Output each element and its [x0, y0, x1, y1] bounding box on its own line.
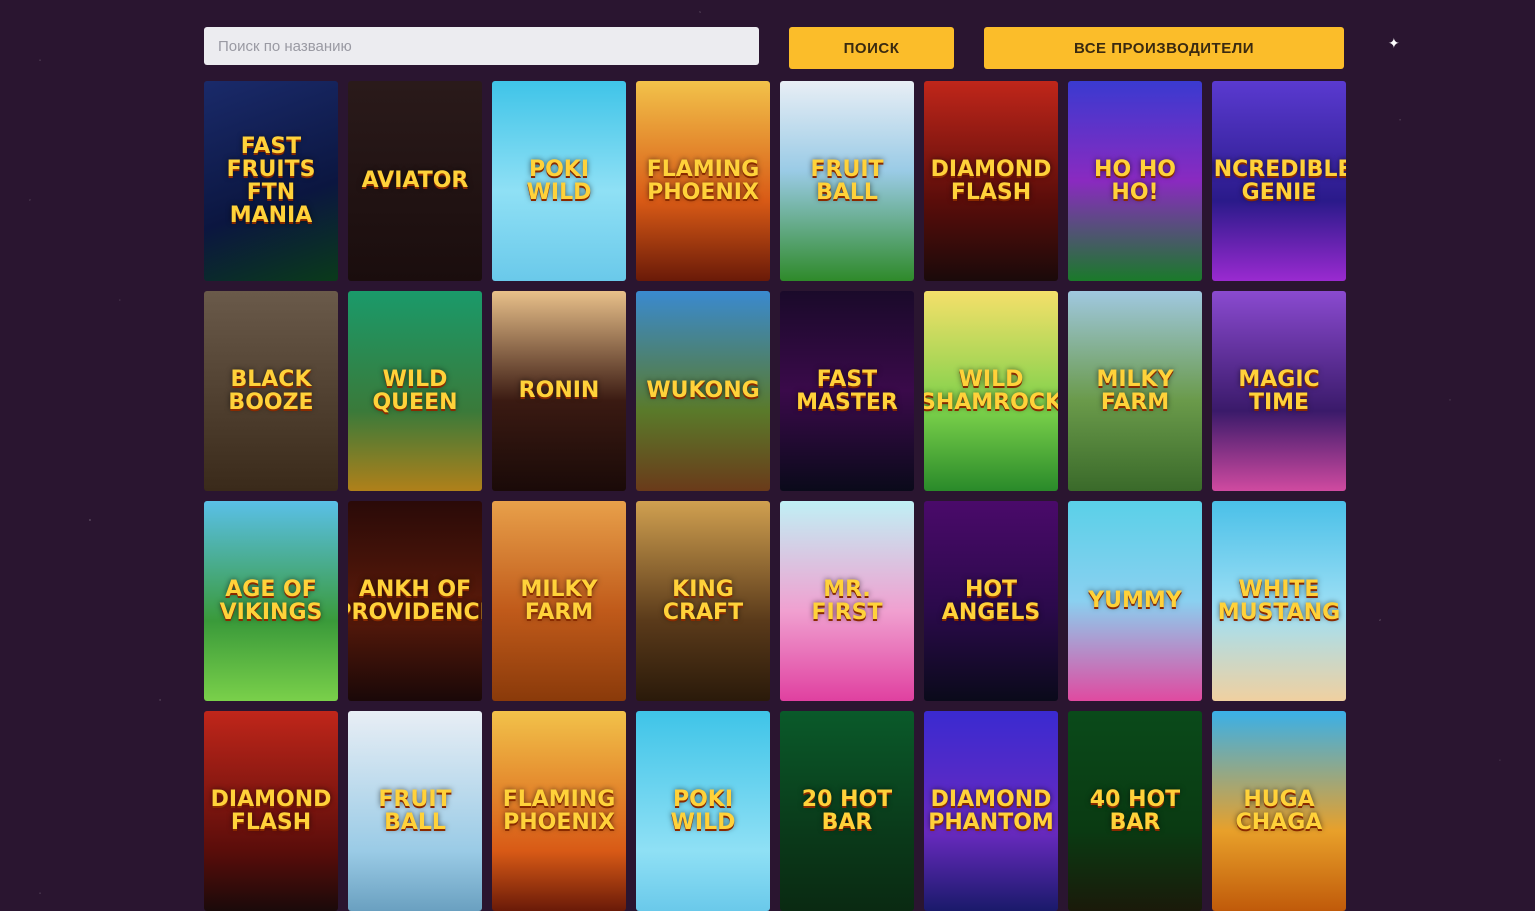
game-tile[interactable]: 20 Hot Bar — [780, 711, 914, 911]
game-title: Poki Wild — [670, 786, 736, 835]
game-tile[interactable]: Fast Fruits FTN Mania — [204, 81, 338, 281]
game-tile[interactable]: Incredible Genie — [1212, 81, 1346, 281]
game-title: Diamond Phantom — [928, 786, 1054, 835]
game-title: Wild Shamrock — [924, 366, 1058, 415]
game-title: Milky Farm — [520, 576, 598, 625]
game-title: Milky Farm — [1096, 366, 1174, 415]
game-tile[interactable]: Poki Wild — [492, 81, 626, 281]
game-tile[interactable]: White Mustang — [1212, 501, 1346, 701]
game-tile[interactable]: Fruit Ball — [348, 711, 482, 911]
game-title: Black Booze — [228, 366, 314, 415]
all-providers-button[interactable]: ВСЕ ПРОИЗВОДИТЕЛИ — [984, 27, 1344, 69]
game-tile[interactable]: Wild Shamrock — [924, 291, 1058, 491]
game-title: Mr. First — [811, 576, 883, 625]
game-title: Wukong — [646, 378, 760, 404]
game-title: Yummy — [1088, 588, 1182, 614]
game-title: Fast Fruits FTN Mania — [226, 133, 316, 229]
game-tile[interactable]: Poki Wild — [636, 711, 770, 911]
game-tile[interactable]: 40 Hot Bar — [1068, 711, 1202, 911]
game-tile[interactable]: Ankh of Providence — [348, 501, 482, 701]
game-title: Aviator — [361, 168, 469, 194]
game-title: Fruit Ball — [378, 786, 452, 835]
game-tile[interactable]: Milky Farm — [492, 501, 626, 701]
game-title: Age of Vikings — [219, 576, 323, 625]
game-title: Flaming Phoenix — [646, 156, 760, 205]
game-tile[interactable]: Flaming Phoenix — [636, 81, 770, 281]
game-title: Incredible Genie — [1212, 156, 1346, 205]
game-title: Fruit Ball — [810, 156, 884, 205]
game-tile[interactable]: Fast Master — [780, 291, 914, 491]
game-tile[interactable]: Wild Queen — [348, 291, 482, 491]
game-tile[interactable]: Yummy — [1068, 501, 1202, 701]
game-title: King Craft — [662, 576, 744, 625]
game-title: White Mustang — [1217, 576, 1341, 625]
game-tile[interactable]: Diamond Flash — [204, 711, 338, 911]
game-tile[interactable]: Ho Ho Ho! — [1068, 81, 1202, 281]
game-title: Diamond Flash — [930, 156, 1052, 205]
game-title: Ankh of Providence — [348, 576, 482, 625]
game-grid: Fast Fruits FTN Mania Aviator Poki Wild Fla… — [204, 81, 1346, 911]
game-tile[interactable]: King Craft — [636, 501, 770, 701]
game-tile[interactable]: Age of Vikings — [204, 501, 338, 701]
game-tile[interactable]: Huga Chaga — [1212, 711, 1346, 911]
game-tile[interactable]: Hot Angels — [924, 501, 1058, 701]
game-tile[interactable]: Aviator — [348, 81, 482, 281]
game-tile[interactable]: Mr. First — [780, 501, 914, 701]
game-title: Fast Master — [796, 366, 898, 415]
game-title: Poki Wild — [526, 156, 592, 205]
game-tile[interactable]: Black Booze — [204, 291, 338, 491]
game-title: Ho Ho Ho! — [1094, 156, 1176, 205]
game-tile[interactable]: Ronin — [492, 291, 626, 491]
game-title: Magic Time — [1238, 366, 1320, 415]
game-tile[interactable]: Diamond Flash — [924, 81, 1058, 281]
game-title: Flaming Phoenix — [502, 786, 616, 835]
game-tile[interactable]: Wukong — [636, 291, 770, 491]
game-title: Wild Queen — [372, 366, 458, 415]
game-title: 40 Hot Bar — [1089, 786, 1181, 835]
game-tile[interactable]: Flaming Phoenix — [492, 711, 626, 911]
game-tile[interactable]: Diamond Phantom — [924, 711, 1058, 911]
game-title: Hot Angels — [941, 576, 1041, 625]
game-tile[interactable]: Fruit Ball — [780, 81, 914, 281]
game-tile[interactable]: Magic Time — [1212, 291, 1346, 491]
game-title: Ronin — [518, 378, 600, 404]
sparkle-icon: ✦ — [1388, 36, 1400, 52]
game-tile[interactable]: Milky Farm — [1068, 291, 1202, 491]
search-input[interactable] — [204, 27, 759, 65]
search-button[interactable]: ПОИСК — [789, 27, 954, 69]
toolbar: ПОИСК ВСЕ ПРОИЗВОДИТЕЛИ — [204, 27, 1344, 69]
game-title: Diamond Flash — [210, 786, 332, 835]
game-title: Huga Chaga — [1235, 786, 1323, 835]
game-title: 20 Hot Bar — [801, 786, 893, 835]
